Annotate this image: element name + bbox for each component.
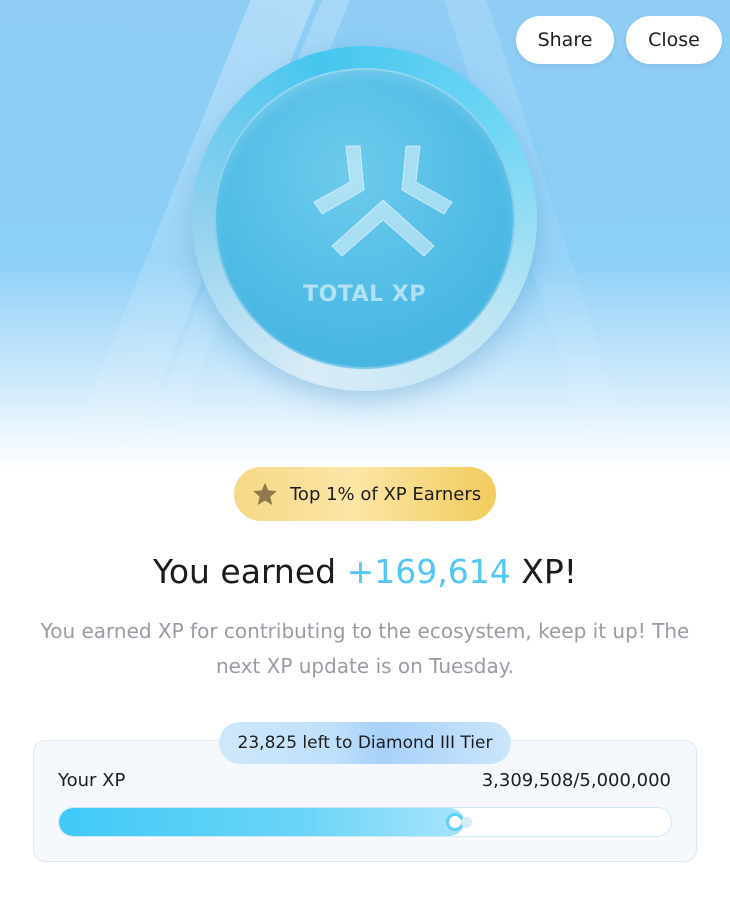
badge-text: Top 1% of XP Earners [290,483,482,505]
coin-label: TOTAL XP [303,282,426,307]
total-xp-coin: TOTAL XP [192,46,537,391]
share-button[interactable]: Share [516,16,614,64]
headline-suffix: XP! [510,552,577,591]
star-icon [253,482,277,505]
hero-banner: TOTAL XP [0,0,730,470]
xp-progress-bar [58,807,672,837]
earned-xp-amount: +169,614 [346,552,511,591]
top-earner-badge: Top 1% of XP Earners [234,467,496,521]
progress-indicator-dot [461,817,472,828]
headline-prefix: You earned [153,552,347,591]
close-button[interactable]: Close [626,16,722,64]
xp-progress-fill [59,808,465,836]
your-xp-label: Your XP [58,770,126,791]
earned-headline: You earned +169,614 XP! [0,552,730,591]
coin-face: TOTAL XP [214,68,515,369]
xp-logo-icon [313,145,453,257]
description-text: You earned XP for contributing to the ec… [40,619,690,678]
xp-value: 3,309,508/5,000,000 [481,770,671,791]
tier-remaining-pill: 23,825 left to Diamond III Tier [219,722,511,764]
